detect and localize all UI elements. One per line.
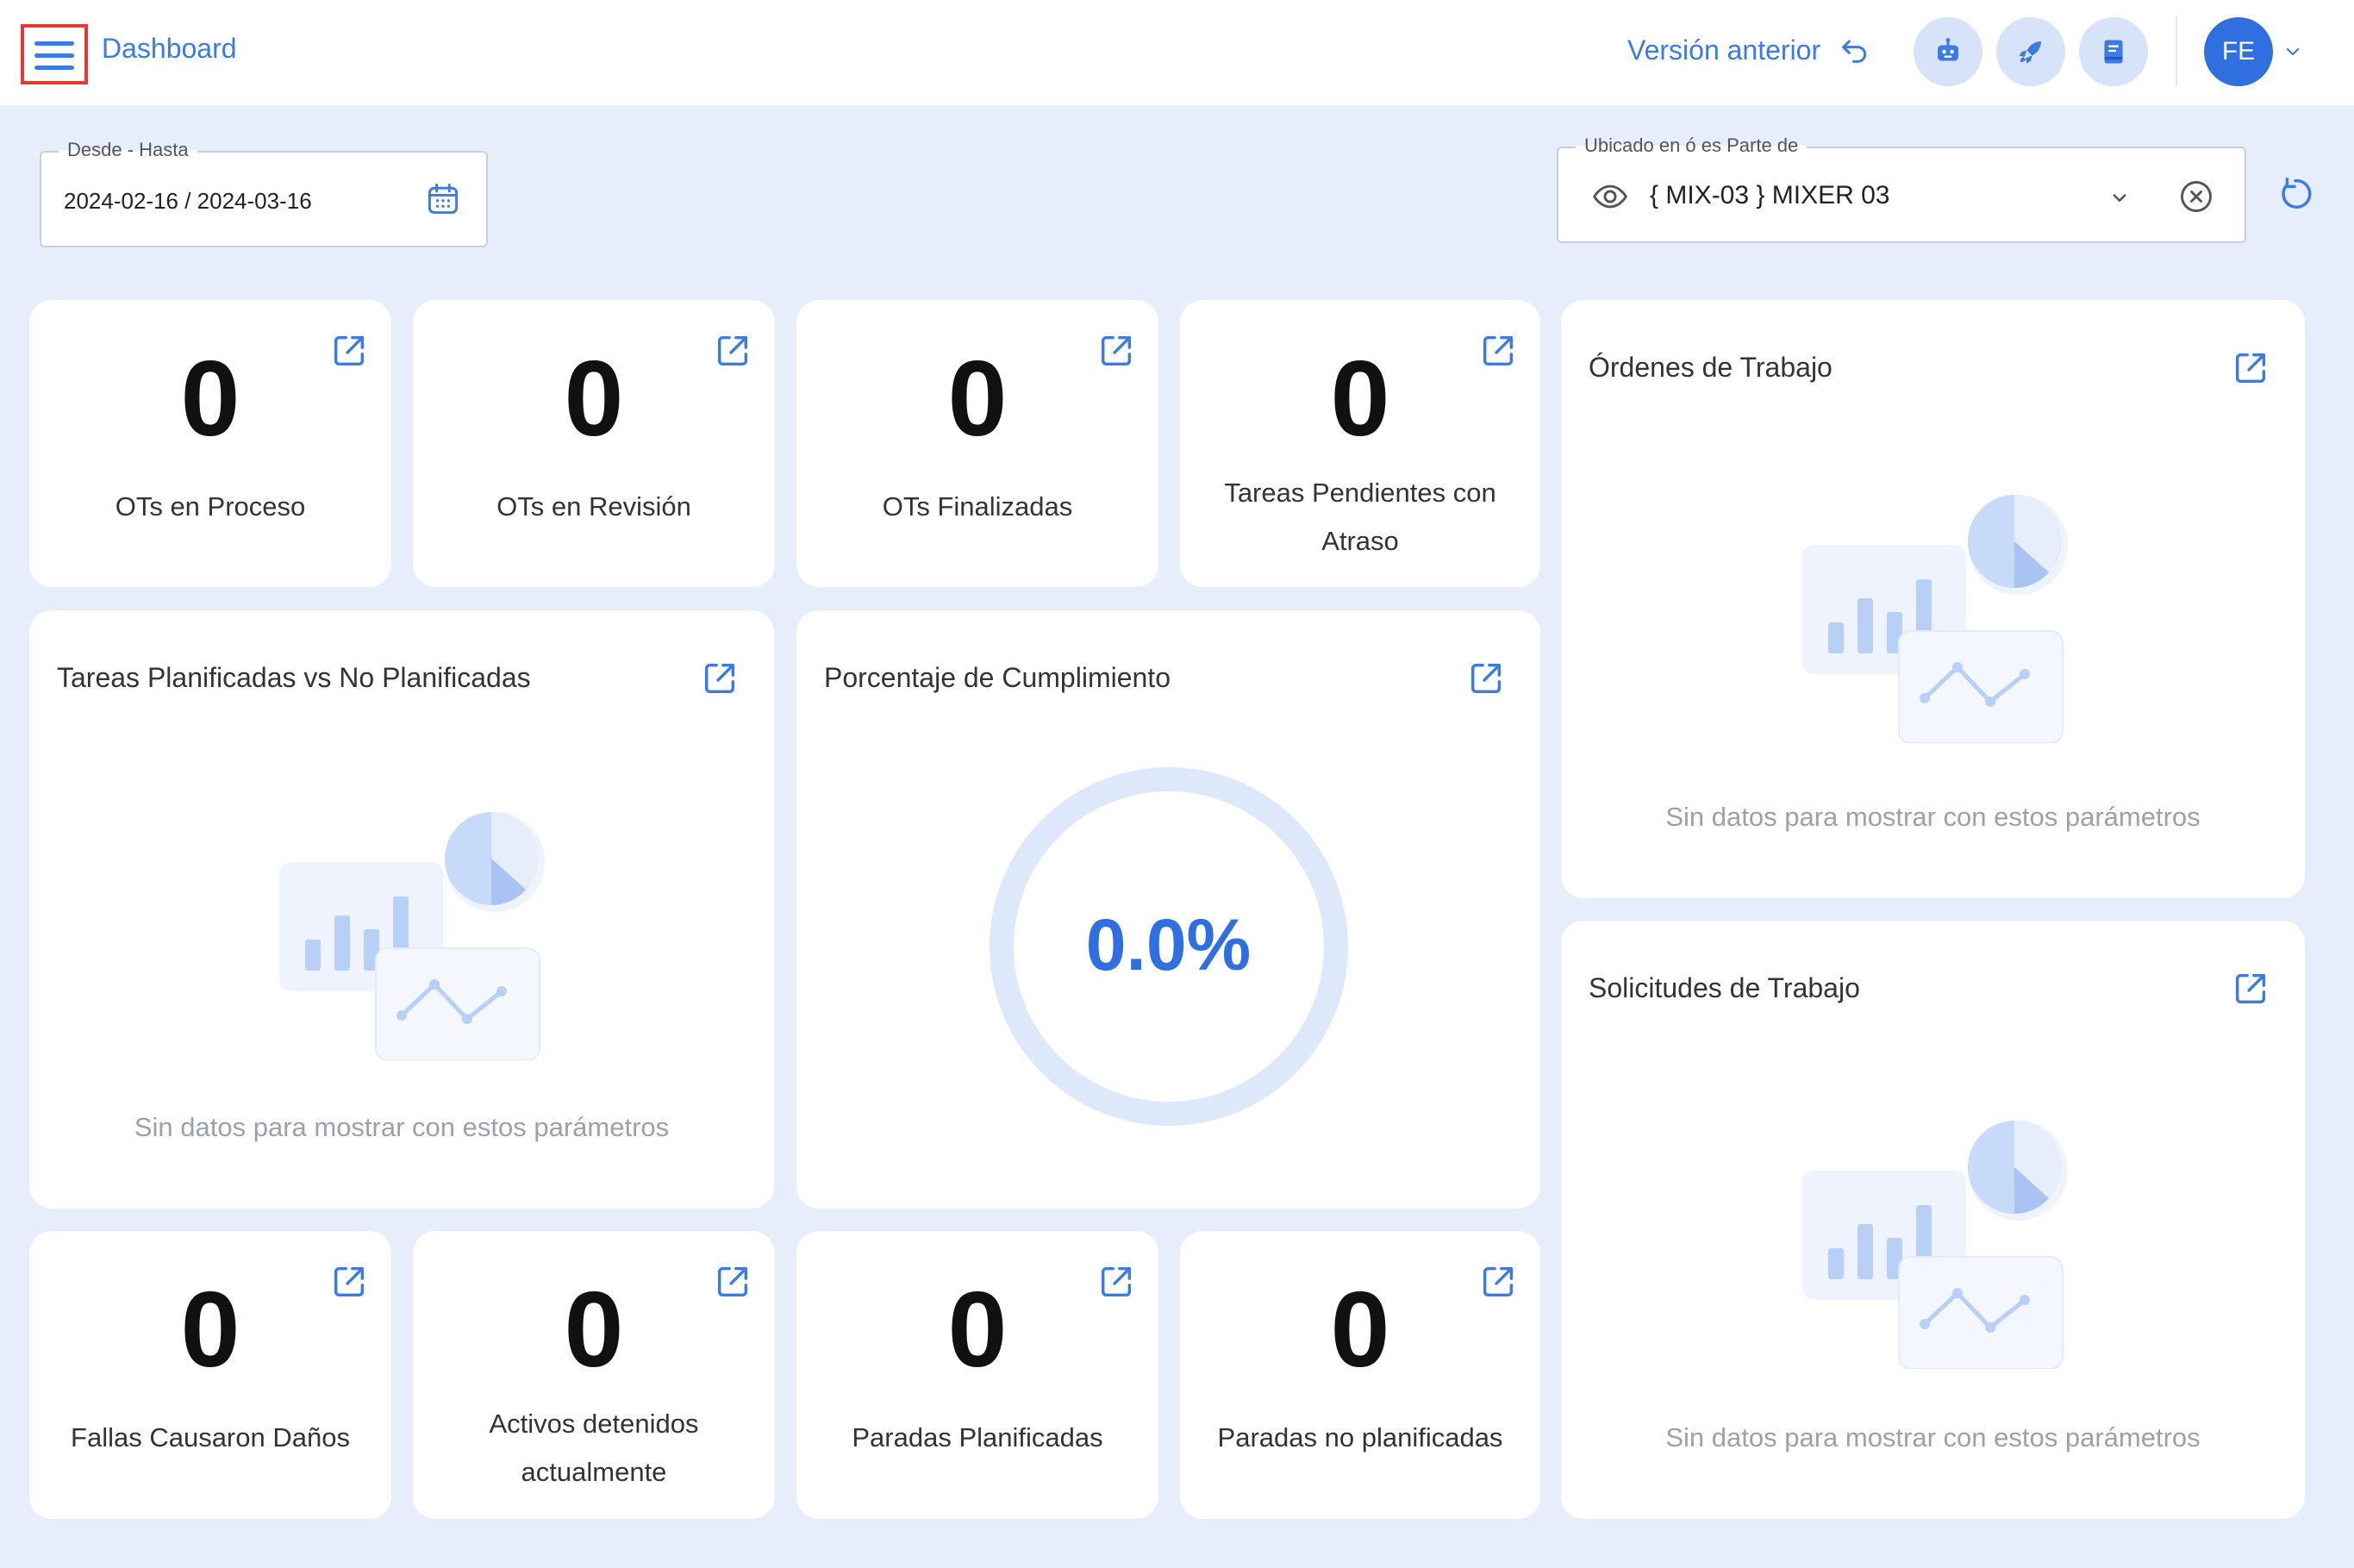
location-label: Ubicado en ó es Parte de <box>1576 134 1808 157</box>
stat-value: 0 <box>564 1271 624 1390</box>
compliance-value: 0.0% <box>1085 904 1252 985</box>
eye-icon[interactable] <box>1589 178 1631 216</box>
date-range-label: Desde - Hasta <box>59 139 197 161</box>
stat-label: Activos detenidos actualmente <box>489 1409 699 1487</box>
date-range-value[interactable]: 2024-02-16 / 2024-03-16 <box>64 188 312 215</box>
stat-label: OTs en Revisión <box>496 491 691 522</box>
page-title[interactable]: Dashboard <box>102 33 237 65</box>
stat-value: 0 <box>947 340 1008 459</box>
empty-message: Sin datos para mostrar con estos parámet… <box>1665 802 2201 832</box>
empty-message: Sin datos para mostrar con estos parámet… <box>134 1112 670 1142</box>
empty-message: Sin datos para mostrar con estos parámet… <box>1665 1422 2201 1452</box>
previous-version-button[interactable]: Versión anterior <box>1627 33 1872 67</box>
stat-card-tareas-pendientes: 0 Tareas Pendientes con Atraso <box>1180 300 1540 587</box>
stat-card-activos-detenidos: 0 Activos detenidos actualmente <box>413 1231 775 1519</box>
panel-title: Tareas Planificadas vs No Planificadas <box>57 662 531 693</box>
stat-card-ots-en-proceso: 0 OTs en Proceso <box>29 300 391 587</box>
empty-chart-illustration <box>1768 484 2078 743</box>
hamburger-menu-icon[interactable] <box>21 24 88 84</box>
stat-value: 0 <box>180 340 240 459</box>
panel-planned-tasks: Tareas Planificadas vs No Planificadas S… <box>29 610 774 1209</box>
stat-label: Fallas Causaron Daños <box>71 1422 350 1452</box>
top-bar: Dashboard Versión anterior FE <box>0 0 2354 105</box>
stat-card-paradas-no-planificadas: 0 Paradas no planificadas <box>1180 1231 1540 1519</box>
robot-icon <box>1938 38 1958 61</box>
bot-button[interactable] <box>1914 17 1982 86</box>
stat-label: Tareas Pendientes con Atraso <box>1224 478 1496 556</box>
stat-label: OTs Finalizadas <box>882 491 1073 522</box>
avatar[interactable]: FE <box>2204 17 2273 86</box>
location-field[interactable]: Ubicado en ó es Parte de { MIX-03 } MIXE… <box>1557 134 2246 243</box>
date-range-field[interactable]: Desde - Hasta 2024-02-16 / 2024-03-16 <box>40 139 488 247</box>
document-icon <box>2104 40 2123 64</box>
undo-arrow-icon <box>1842 40 1867 63</box>
clear-circle-icon[interactable] <box>2177 178 2215 216</box>
header-divider <box>2176 16 2177 86</box>
stat-card-ots-en-revision: 0 OTs en Revisión <box>413 300 775 587</box>
stat-card-paradas-planificadas: 0 Paradas Planificadas <box>796 1231 1158 1519</box>
stat-label: OTs en Proceso <box>115 491 306 522</box>
stat-card-fallas-causaron-danos: 0 Fallas Causaron Daños <box>29 1231 391 1519</box>
empty-chart-illustration <box>245 802 555 1060</box>
chevron-down-icon[interactable] <box>2107 184 2132 210</box>
rocket-button[interactable] <box>1996 17 2065 86</box>
previous-version-label: Versión anterior <box>1627 34 1821 66</box>
panel-work-requests: Solicitudes de Trabajo Sin datos para mo… <box>1561 921 2305 1519</box>
calendar-icon[interactable] <box>424 180 462 218</box>
external-link-icon[interactable] <box>2231 348 2270 388</box>
panel-title: Solicitudes de Trabajo <box>1589 972 1860 1003</box>
docs-button[interactable] <box>2079 17 2148 86</box>
external-link-icon[interactable] <box>700 659 740 698</box>
refresh-icon[interactable] <box>2276 174 2315 214</box>
stat-value: 0 <box>1330 1271 1390 1390</box>
empty-chart-illustration <box>1768 1110 2078 1369</box>
panel-title: Porcentaje de Cumplimiento <box>824 662 1171 693</box>
location-value[interactable]: { MIX-03 } MIXER 03 <box>1650 181 1889 210</box>
stat-label: Paradas Planificadas <box>852 1422 1103 1452</box>
stat-value: 0 <box>1330 340 1390 459</box>
chevron-down-icon[interactable] <box>2282 41 2303 62</box>
external-link-icon[interactable] <box>2231 969 2270 1009</box>
panel-work-orders: Órdenes de Trabajo Sin datos para mostra… <box>1561 300 2305 898</box>
stat-card-ots-finalizadas: 0 OTs Finalizadas <box>796 300 1158 587</box>
panel-title: Órdenes de Trabajo <box>1589 352 1833 383</box>
stat-value: 0 <box>564 340 624 459</box>
rocket-icon <box>2019 41 2041 64</box>
stat-value: 0 <box>180 1271 240 1390</box>
external-link-icon[interactable] <box>1466 659 1506 698</box>
stat-label: Paradas no planificadas <box>1217 1422 1503 1452</box>
panel-compliance: Porcentaje de Cumplimiento 0.0% <box>796 610 1540 1209</box>
stat-value: 0 <box>947 1271 1008 1390</box>
